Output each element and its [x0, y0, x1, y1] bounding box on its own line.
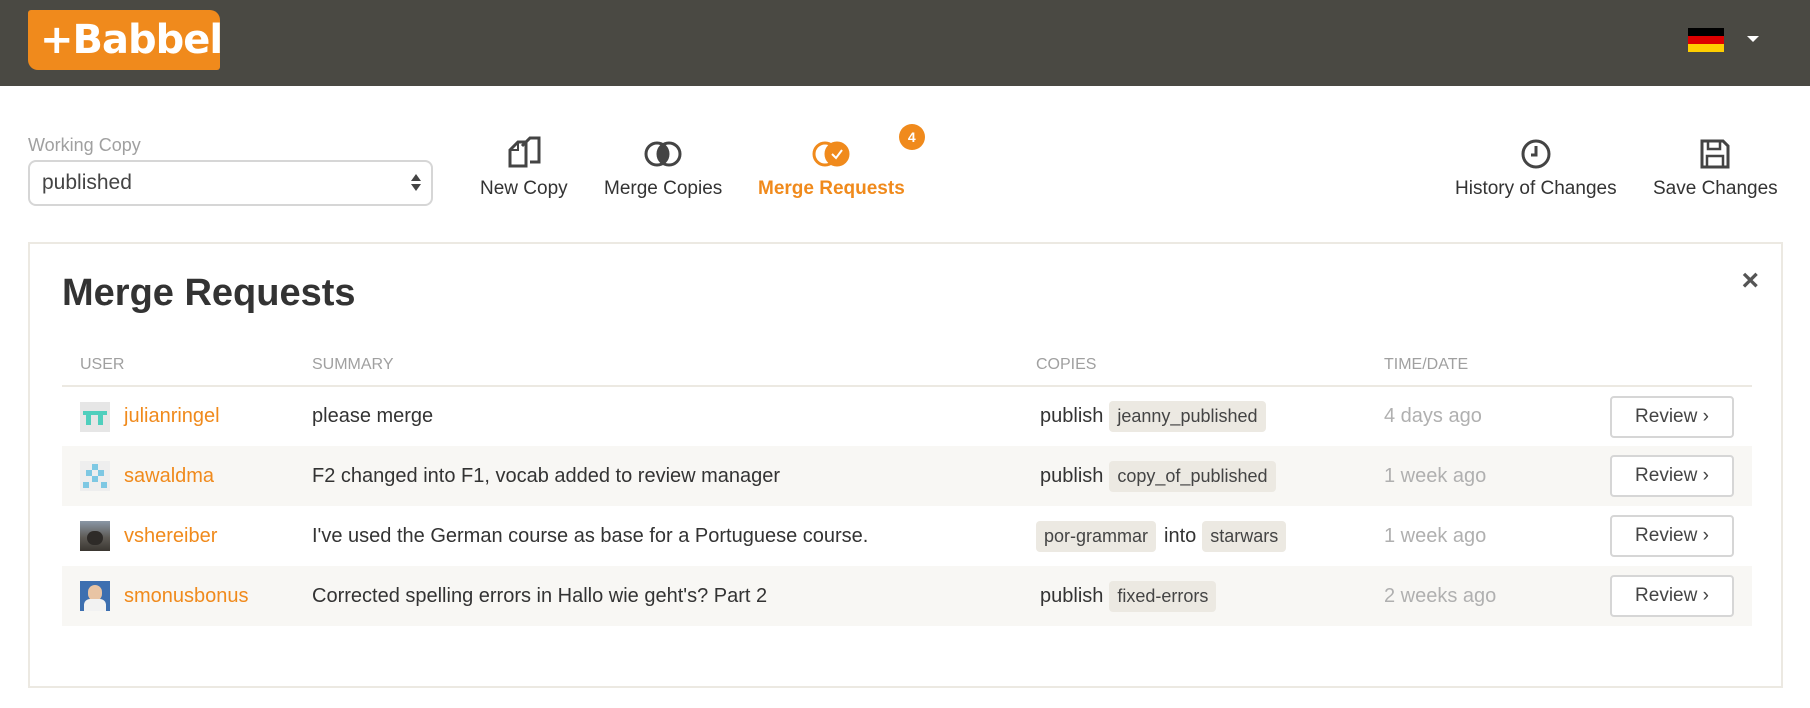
close-icon[interactable]: × — [1741, 264, 1759, 298]
column-header-user: USER — [62, 344, 312, 387]
avatar — [80, 401, 110, 432]
new-copy-label: New Copy — [480, 178, 568, 199]
table-header-row: USER SUMMARY COPIES TIME/DATE — [62, 344, 1752, 387]
table-row: julianringel please merge publish jeanny_… — [62, 386, 1752, 446]
copies-cell: publish copy_of_published — [1036, 446, 1384, 506]
user-link[interactable]: sawaldma — [124, 465, 214, 488]
column-header-copies: COPIES — [1036, 344, 1384, 387]
merge-requests-table: USER SUMMARY COPIES TIME/DATE julianring… — [62, 344, 1752, 626]
summary-text: please merge — [312, 405, 434, 427]
merge-requests-count-badge: 4 — [898, 124, 925, 150]
review-button[interactable]: Review › — [1610, 455, 1734, 497]
copy-tag: fixed-errors — [1109, 580, 1217, 612]
copy-tag: copy_of_published — [1109, 460, 1276, 492]
copies-cell: publish jeanny_published — [1036, 386, 1384, 446]
working-copy-select[interactable]: published — [28, 160, 433, 206]
user-link[interactable]: vshereiber — [124, 525, 217, 548]
copies-cell: por-grammar into starwars — [1036, 506, 1384, 566]
column-header-time: TIME/DATE — [1384, 344, 1547, 387]
user-link[interactable]: smonusbonus — [124, 585, 249, 608]
copy-prefix: publish — [1040, 405, 1104, 427]
clock-icon — [1455, 136, 1617, 172]
logo-plus: + — [40, 17, 74, 63]
column-header-action — [1546, 344, 1752, 387]
review-button[interactable]: Review › — [1610, 395, 1734, 438]
column-header-summary: SUMMARY — [312, 344, 1036, 387]
save-changes-label: Save Changes — [1653, 178, 1778, 199]
copies-cell: publish fixed-errors — [1036, 566, 1384, 626]
summary-text: F2 changed into F1, vocab added to revie… — [312, 446, 1036, 506]
copy-icon — [480, 136, 568, 172]
save-changes-button[interactable]: Save Changes — [1653, 136, 1778, 200]
time-text: 1 week ago — [1384, 524, 1487, 547]
merge-copies-label: Merge Copies — [604, 178, 723, 199]
logo-text: Babbel — [72, 17, 224, 63]
copy-tag: starwars — [1202, 520, 1287, 552]
review-button[interactable]: Review › — [1610, 575, 1734, 617]
table-row: vshereiber I've used the German course a… — [62, 506, 1752, 566]
panel-title: Merge Requests — [62, 272, 356, 314]
new-copy-button[interactable]: New Copy — [480, 136, 568, 200]
copy-tag: por-grammar — [1036, 520, 1157, 552]
top-bar: +Babbel — [0, 0, 1810, 86]
time-text: 4 days ago — [1384, 405, 1482, 427]
copy-prefix: publish — [1040, 584, 1104, 607]
copy-prefix: publish — [1040, 464, 1104, 487]
merge-copies-button[interactable]: Merge Copies — [604, 136, 722, 200]
save-floppy-icon — [1653, 136, 1778, 172]
copy-joiner: into — [1164, 524, 1197, 547]
chevron-down-icon[interactable] — [1747, 36, 1759, 42]
merge-requests-panel: Merge Requests × USER SUMMARY COPIES TIM… — [28, 242, 1783, 688]
merge-circles-icon — [604, 136, 722, 172]
user-link[interactable]: julianringel — [124, 405, 220, 428]
merge-requests-label: Merge Requests — [758, 178, 905, 199]
working-copy-label: Working Copy — [28, 135, 141, 155]
copy-tag: jeanny_published — [1109, 401, 1266, 432]
babbel-logo[interactable]: +Babbel — [28, 10, 224, 70]
table-row: smonusbonus Corrected spelling errors in… — [62, 566, 1752, 626]
merge-requests-button[interactable]: 4 Merge Requests — [758, 124, 925, 200]
germany-flag-icon[interactable] — [1688, 28, 1724, 52]
history-label: History of Changes — [1455, 178, 1617, 199]
working-copy-value: published — [42, 171, 132, 194]
avatar — [80, 461, 110, 491]
avatar — [80, 521, 110, 551]
avatar — [80, 581, 110, 611]
table-row: sawaldma F2 changed into F1, vocab added… — [62, 446, 1752, 506]
summary-text: Corrected spelling errors in Hallo wie g… — [312, 566, 1036, 626]
review-button[interactable]: Review › — [1610, 515, 1734, 557]
select-arrows-icon — [411, 174, 421, 192]
summary-text: I've used the German course as base for … — [312, 524, 869, 547]
history-of-changes-button[interactable]: History of Changes — [1455, 136, 1617, 200]
time-text: 1 week ago — [1384, 446, 1547, 506]
merge-requests-icon: 4 — [758, 124, 925, 172]
time-text: 2 weeks ago — [1384, 566, 1547, 626]
